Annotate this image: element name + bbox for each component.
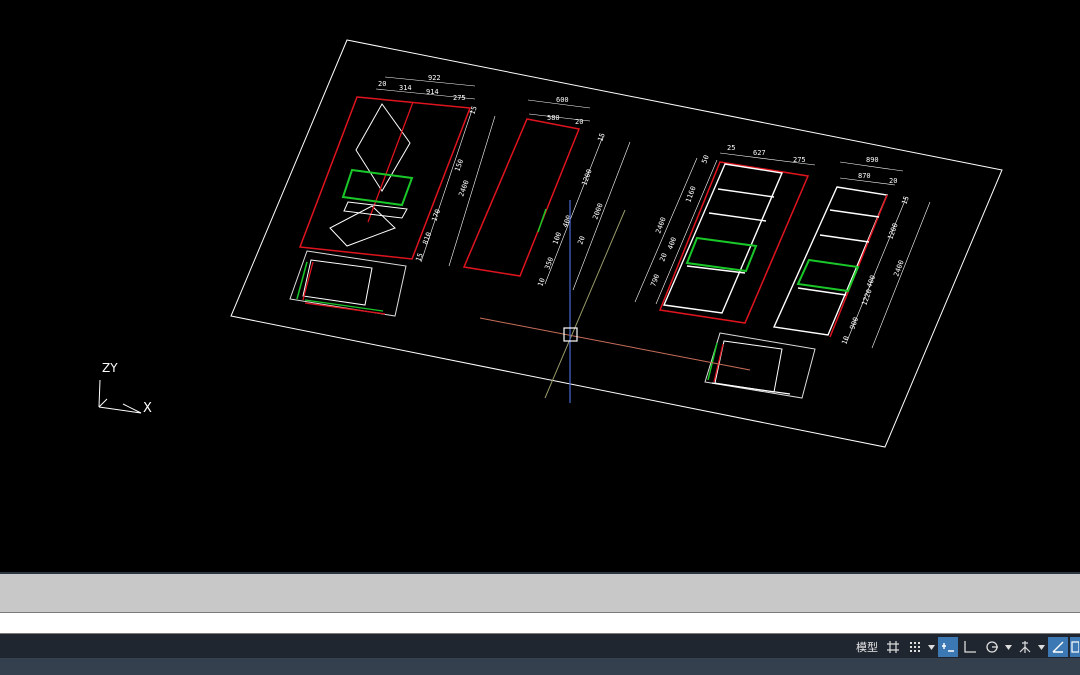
ucs-icon: ZY X — [98, 361, 152, 416]
dim-627: 627 — [753, 149, 766, 157]
elevation-1[interactable]: 922 20 314 914 275 15 150 2400 170 810 1… — [289, 74, 496, 317]
model-space-label[interactable]: 模型 — [853, 639, 881, 655]
command-history-panel — [0, 572, 1080, 612]
cabinet-frame-4 — [772, 186, 888, 336]
ucs-y-label: ZY — [102, 361, 118, 375]
dim-1160: 1160 — [684, 185, 697, 204]
dim-170: 170 — [430, 208, 442, 223]
dim-790: 790 — [649, 273, 661, 288]
isometric-drafting-icon[interactable] — [1015, 637, 1035, 657]
dim-20: 20 — [378, 80, 386, 88]
snap-icon[interactable] — [905, 637, 925, 657]
elev2-dimensions: 600 580 20 1200 2000 400 100 20 350 10 1… — [527, 96, 631, 291]
dim-10b: 10 — [840, 335, 850, 346]
elev4-dimensions: 890 870 20 15 1200 2400 400 1220 900 10 — [839, 156, 931, 349]
dim-2000: 2000 — [591, 202, 604, 221]
cabinet-frame-2 — [462, 118, 581, 277]
dim-100: 100 — [551, 231, 563, 246]
ortho-icon[interactable] — [960, 637, 980, 657]
dim-275b: 275 — [793, 156, 806, 164]
grid-icon[interactable] — [883, 637, 903, 657]
infer-constraints-icon[interactable] — [938, 637, 958, 657]
dim-1200b: 1200 — [886, 222, 899, 241]
dim-25: 25 — [727, 144, 735, 152]
dim-914: 914 — [426, 88, 439, 96]
dim-314: 314 — [399, 84, 412, 92]
dim-890: 890 — [866, 156, 879, 164]
dim-50: 50 — [700, 154, 710, 165]
dim-870: 870 — [858, 172, 871, 180]
ucs-x-label: X — [143, 401, 152, 416]
chevron-down-icon[interactable] — [1037, 637, 1046, 657]
dim-20d: 20 — [889, 177, 897, 185]
dim-15: 15 — [414, 252, 424, 263]
dim-810: 810 — [421, 231, 433, 246]
shelf-green-3 — [685, 236, 758, 273]
dim-r20: 20 — [575, 118, 583, 126]
dim-15c: 15 — [900, 195, 910, 206]
diamond-panel-lower — [329, 205, 396, 247]
dim-580: 580 — [547, 114, 560, 122]
object-snap-icon[interactable] — [1070, 637, 1080, 657]
dim-922: 922 — [428, 74, 441, 82]
command-line-input[interactable] — [0, 612, 1080, 634]
plan-view-2 — [704, 332, 816, 399]
shelf-green-1 — [341, 168, 414, 207]
sheet-border — [230, 39, 1003, 448]
dim-15-top: 15 — [468, 105, 478, 116]
dim-1220: 1220 — [860, 288, 873, 307]
dim-20b: 20 — [576, 235, 586, 246]
chevron-down-icon[interactable] — [1004, 637, 1013, 657]
dim-275: 275 — [453, 94, 466, 102]
elevation-2[interactable]: 600 580 20 1200 2000 400 100 20 350 10 1… — [462, 96, 631, 291]
dim-20c: 20 — [658, 252, 668, 263]
dim-400b: 400 — [666, 236, 678, 251]
object-snap-tracking-icon[interactable] — [1048, 637, 1068, 657]
dim-400c: 400 — [865, 274, 877, 289]
dim-10: 10 — [536, 277, 546, 288]
dim-2400b: 2400 — [654, 216, 667, 235]
dim-400: 400 — [561, 214, 573, 229]
chevron-down-icon[interactable] — [927, 637, 936, 657]
status-bar: 模型 — [0, 634, 1080, 675]
dim-900: 900 — [848, 316, 860, 331]
dim-600: 600 — [556, 96, 569, 104]
drawing-viewport[interactable]: 922 20 314 914 275 15 150 2400 170 810 1… — [0, 0, 1080, 572]
polar-tracking-icon[interactable] — [982, 637, 1002, 657]
dim-1200: 1200 — [580, 168, 593, 187]
model-space-canvas[interactable]: 922 20 314 914 275 15 150 2400 170 810 1… — [0, 0, 1080, 572]
diamond-panel-upper — [355, 103, 411, 192]
status-tools: 模型 — [853, 637, 1080, 657]
status-bar-lower — [0, 658, 1080, 675]
shelf-green-4 — [796, 258, 860, 293]
dim-15b: 15 — [596, 132, 606, 143]
dim-350: 350 — [543, 256, 555, 271]
dim-2400: 2400 — [457, 179, 470, 198]
